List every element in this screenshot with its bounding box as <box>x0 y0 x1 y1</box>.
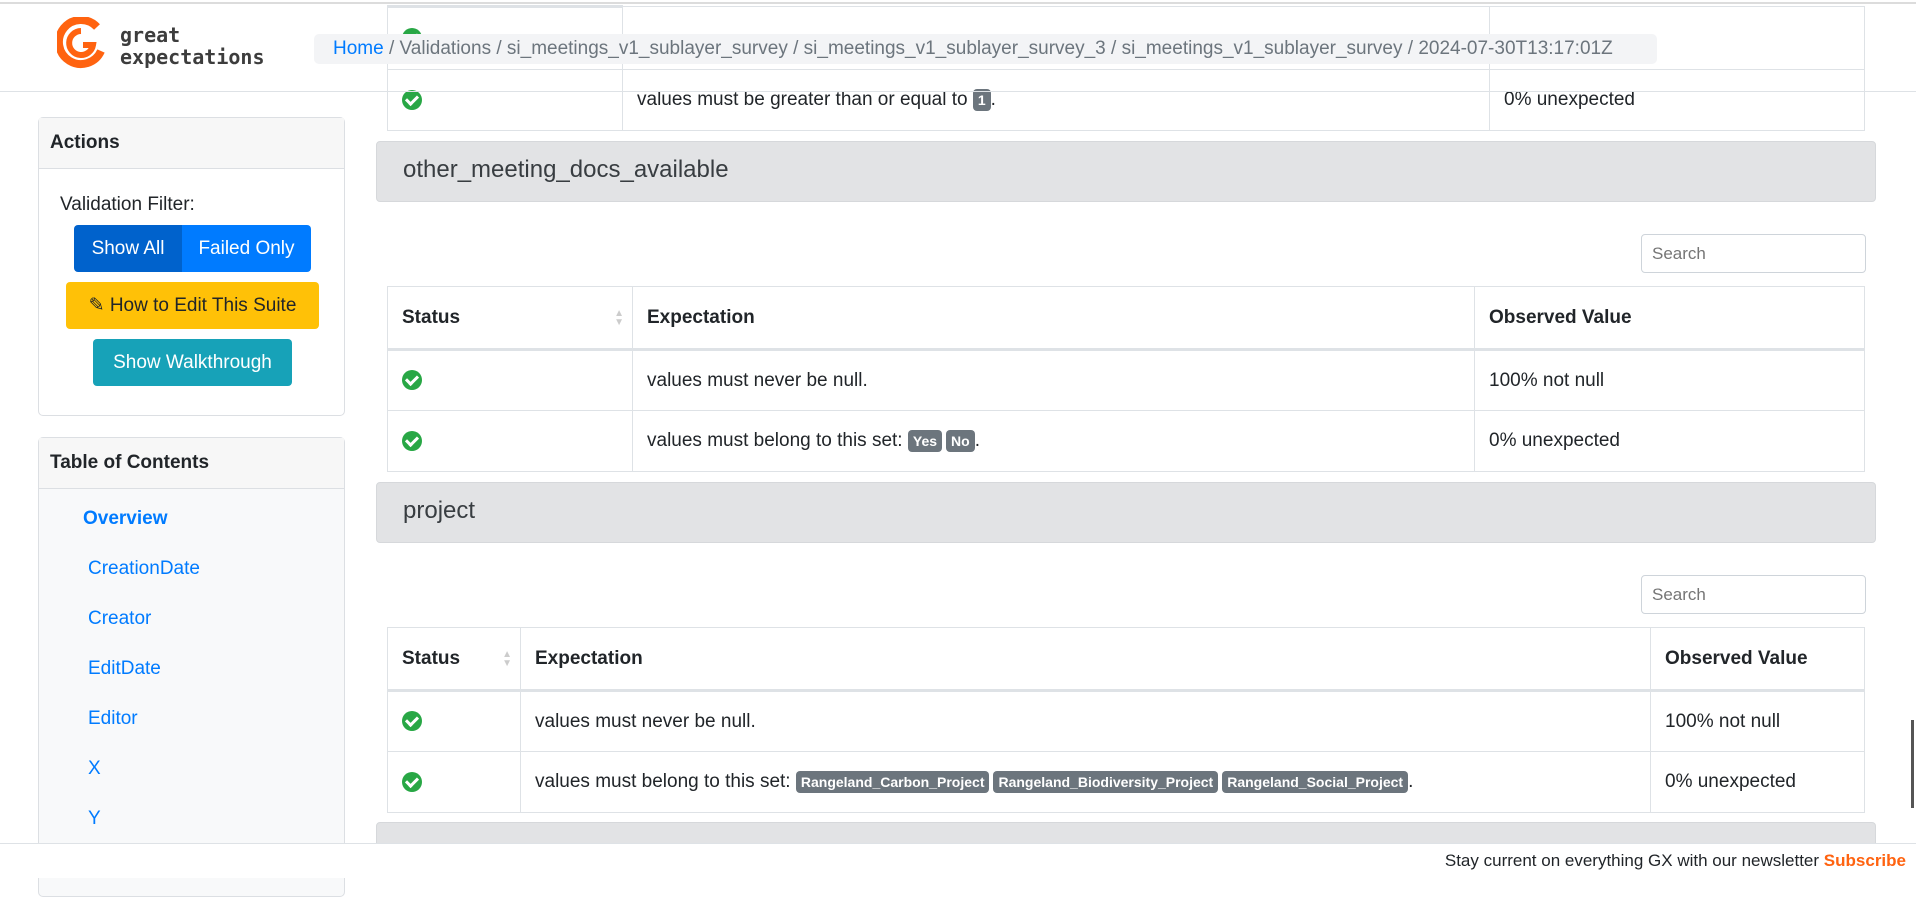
check-circle-icon <box>402 89 422 110</box>
check-circle-icon <box>402 711 422 732</box>
actions-card: Actions Validation Filter: Show All Fail… <box>38 117 345 416</box>
toc-title: Table of Contents <box>39 438 344 489</box>
toc-item-creator[interactable]: Creator <box>88 608 151 630</box>
how-to-edit-suite-button[interactable]: ✎ How to Edit This Suite <box>66 282 319 329</box>
observed-value: 0% unexpected <box>1474 410 1865 472</box>
table-row: values must never be null. 100% not null <box>387 690 1865 752</box>
toc-item-editdate[interactable]: EditDate <box>88 658 161 680</box>
scrollbar[interactable] <box>1911 720 1914 808</box>
footer: Stay current on everything GX with our n… <box>0 843 1916 878</box>
table-row: values must belong to this set: Yes No. 0%… <box>387 410 1865 472</box>
value-badge: Rangeland_Carbon_Project <box>795 770 990 793</box>
expectation-text: values must be greater than or equal to <box>637 89 968 110</box>
newsletter-text: Stay current on everything GX with our n… <box>1444 851 1820 870</box>
value-badge: 1 <box>972 88 991 111</box>
observed-value-column-header: Observed Value <box>1474 286 1865 351</box>
observed-value: 100% not null <box>1650 690 1865 752</box>
great-expectations-logo-icon <box>57 17 105 68</box>
search-input[interactable] <box>1641 575 1866 614</box>
expectations-table: Status ▲ ▼ Expectation Observed Value values… <box>387 627 1865 813</box>
check-circle-icon <box>402 771 422 792</box>
breadcrumb: Home / Validations / si_meetings_v1_subl… <box>314 34 1657 64</box>
toc-item-y[interactable]: Y <box>88 808 101 830</box>
sort-icon: ▲ ▼ <box>502 649 512 669</box>
actions-title: Actions <box>39 118 344 169</box>
status-column-header[interactable]: Status ▲ ▼ <box>387 627 521 692</box>
expectations-table: Status ▲ ▼ Expectation Observed Value values… <box>387 286 1865 472</box>
logo-text[interactable]: great expectations <box>120 24 265 68</box>
edit-icon: ✎ <box>88 295 105 316</box>
toc-item-overview[interactable]: Overview <box>83 508 168 530</box>
toc-card: Table of Contents <box>38 437 345 897</box>
breadcrumb-path: / Validations / si_meetings_v1_sublayer_… <box>388 38 1613 59</box>
table-row: values must never be null. 100% not null <box>387 349 1865 411</box>
expectation-text: values must belong to this set: <box>647 430 903 451</box>
observed-value: 100% not null <box>1474 349 1865 411</box>
expectation-column-header: Expectation <box>632 286 1475 351</box>
expectation-text: values must belong to this set: <box>535 771 791 792</box>
expectation-text: values must never be null. <box>520 690 1651 752</box>
subscribe-link[interactable]: Subscribe <box>1824 851 1906 870</box>
status-column-header[interactable]: Status ▲ ▼ <box>387 286 633 351</box>
value-badge: Rangeland_Biodiversity_Project <box>993 770 1219 793</box>
check-circle-icon <box>402 370 422 391</box>
expectation-text: values must never be null. <box>632 349 1475 411</box>
toc-item-x[interactable]: X <box>88 758 101 780</box>
failed-only-button[interactable]: Failed Only <box>182 225 311 272</box>
show-walkthrough-button[interactable]: Show Walkthrough <box>93 339 292 386</box>
value-badge: Rangeland_Social_Project <box>1222 770 1409 793</box>
value-badge: Yes <box>907 429 943 452</box>
value-badge: No <box>946 429 975 452</box>
validation-filter-label: Validation Filter: <box>60 194 195 215</box>
show-all-button[interactable]: Show All <box>74 225 182 272</box>
observed-value: 0% unexpected <box>1650 751 1865 813</box>
table-row: values must belong to this set: Rangelan… <box>387 751 1865 813</box>
toc-item-editor[interactable]: Editor <box>88 708 138 730</box>
toc-item-creationdate[interactable]: CreationDate <box>88 558 200 580</box>
check-circle-icon <box>402 430 422 451</box>
sort-icon: ▲ ▼ <box>614 308 624 328</box>
expectation-column-header: Expectation <box>520 627 1651 692</box>
search-input[interactable] <box>1641 234 1866 273</box>
section-header: project <box>376 482 1876 543</box>
section-header: other_meeting_docs_available <box>376 141 1876 202</box>
observed-value-column-header: Observed Value <box>1650 627 1865 692</box>
breadcrumb-home-link[interactable]: Home <box>333 38 384 59</box>
